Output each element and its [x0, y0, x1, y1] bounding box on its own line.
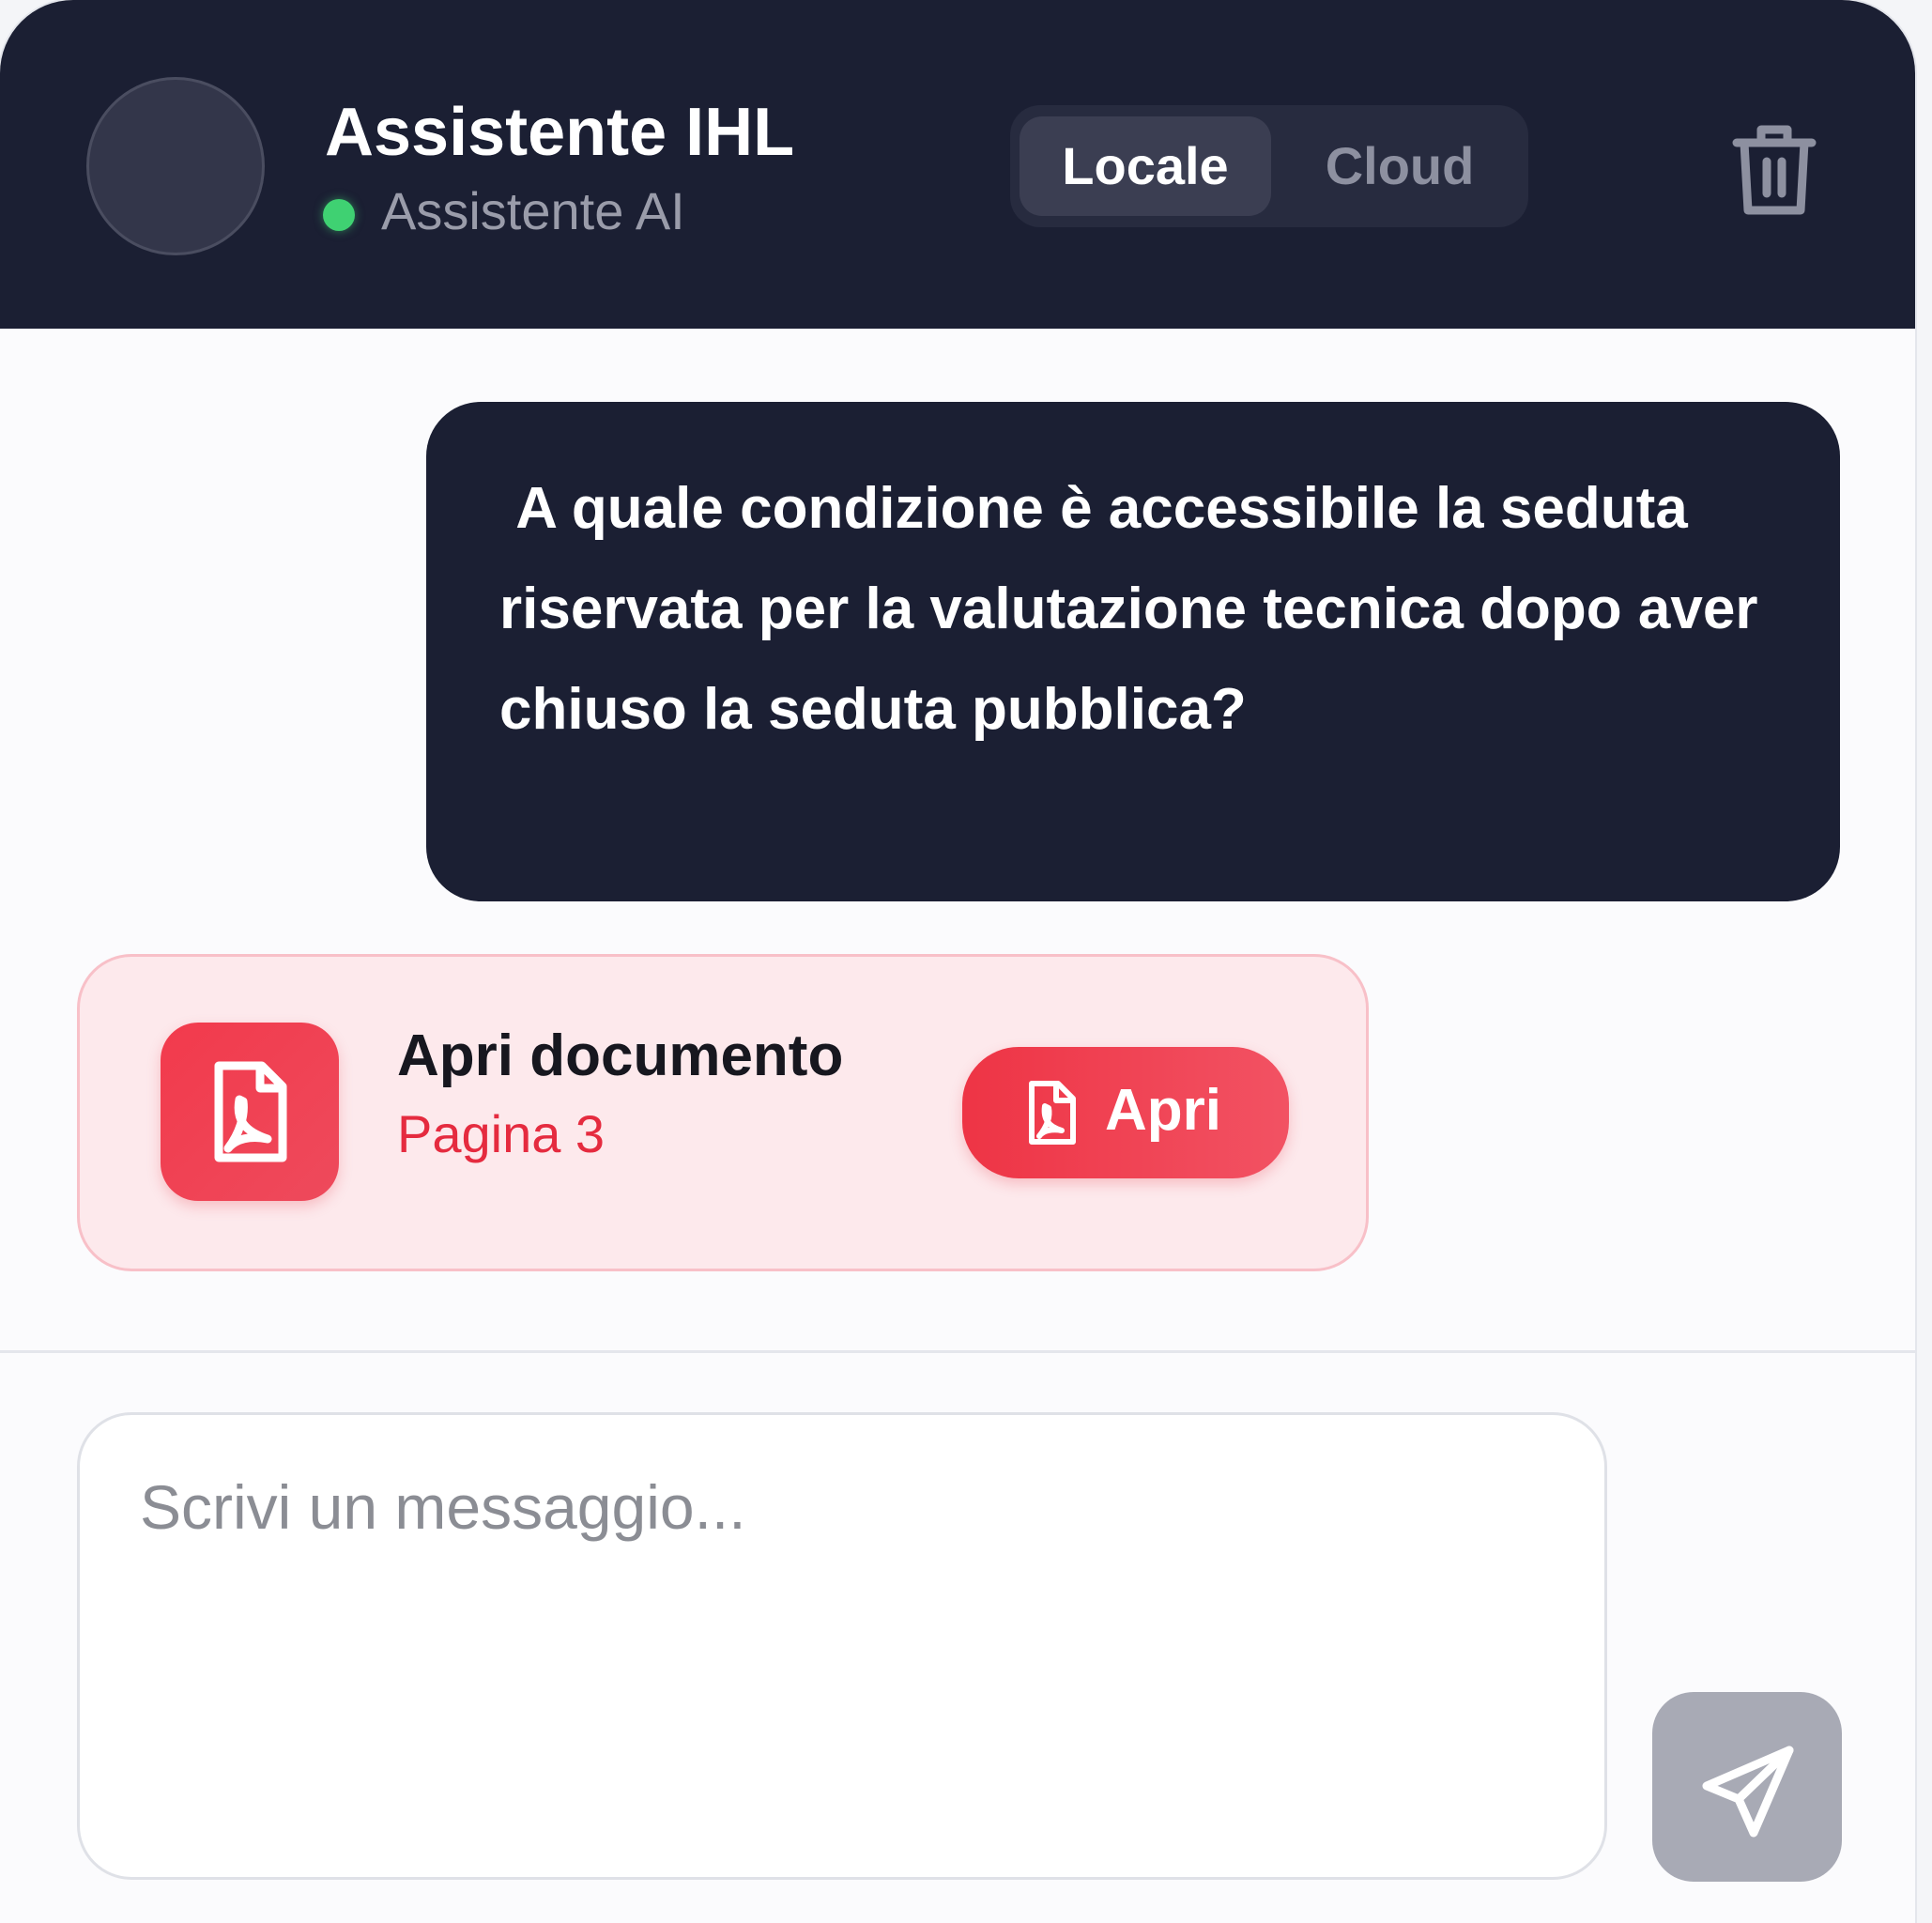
document-icon-box [161, 1023, 339, 1201]
pdf-file-icon [1029, 1081, 1076, 1145]
chat-header: Assistente IHL Assistente AI Locale Clou… [0, 0, 1915, 329]
send-button[interactable] [1652, 1692, 1842, 1882]
composer-divider [0, 1350, 1915, 1353]
mode-toggle: Locale Cloud [1010, 105, 1528, 227]
document-title: Apri documento [397, 1023, 844, 1088]
trash-icon [1732, 125, 1817, 215]
online-status-dot [323, 199, 355, 231]
assistant-subtitle: Assistente AI [381, 181, 685, 240]
assistant-title: Assistente IHL [325, 95, 795, 170]
user-message-text: A quale condizione è accessibile la sedu… [499, 476, 1774, 742]
clear-chat-button[interactable] [1727, 118, 1821, 222]
open-button-label: Apri [1105, 1078, 1221, 1143]
open-document-button[interactable]: Apri [962, 1047, 1289, 1178]
send-icon [1702, 1746, 1794, 1838]
user-message-bubble: A quale condizione è accessibile la sedu… [426, 402, 1840, 901]
document-page: Pagina 3 [397, 1104, 606, 1163]
pdf-file-icon [214, 1061, 287, 1162]
avatar [86, 77, 265, 255]
chat-widget: Assistente IHL Assistente AI Locale Clou… [0, 0, 1915, 1923]
mode-local-button[interactable]: Locale [1020, 116, 1271, 216]
message-input[interactable] [77, 1412, 1607, 1880]
mode-cloud-button[interactable]: Cloud [1282, 116, 1517, 216]
document-card: Apri documento Pagina 3 Apri [77, 954, 1369, 1271]
